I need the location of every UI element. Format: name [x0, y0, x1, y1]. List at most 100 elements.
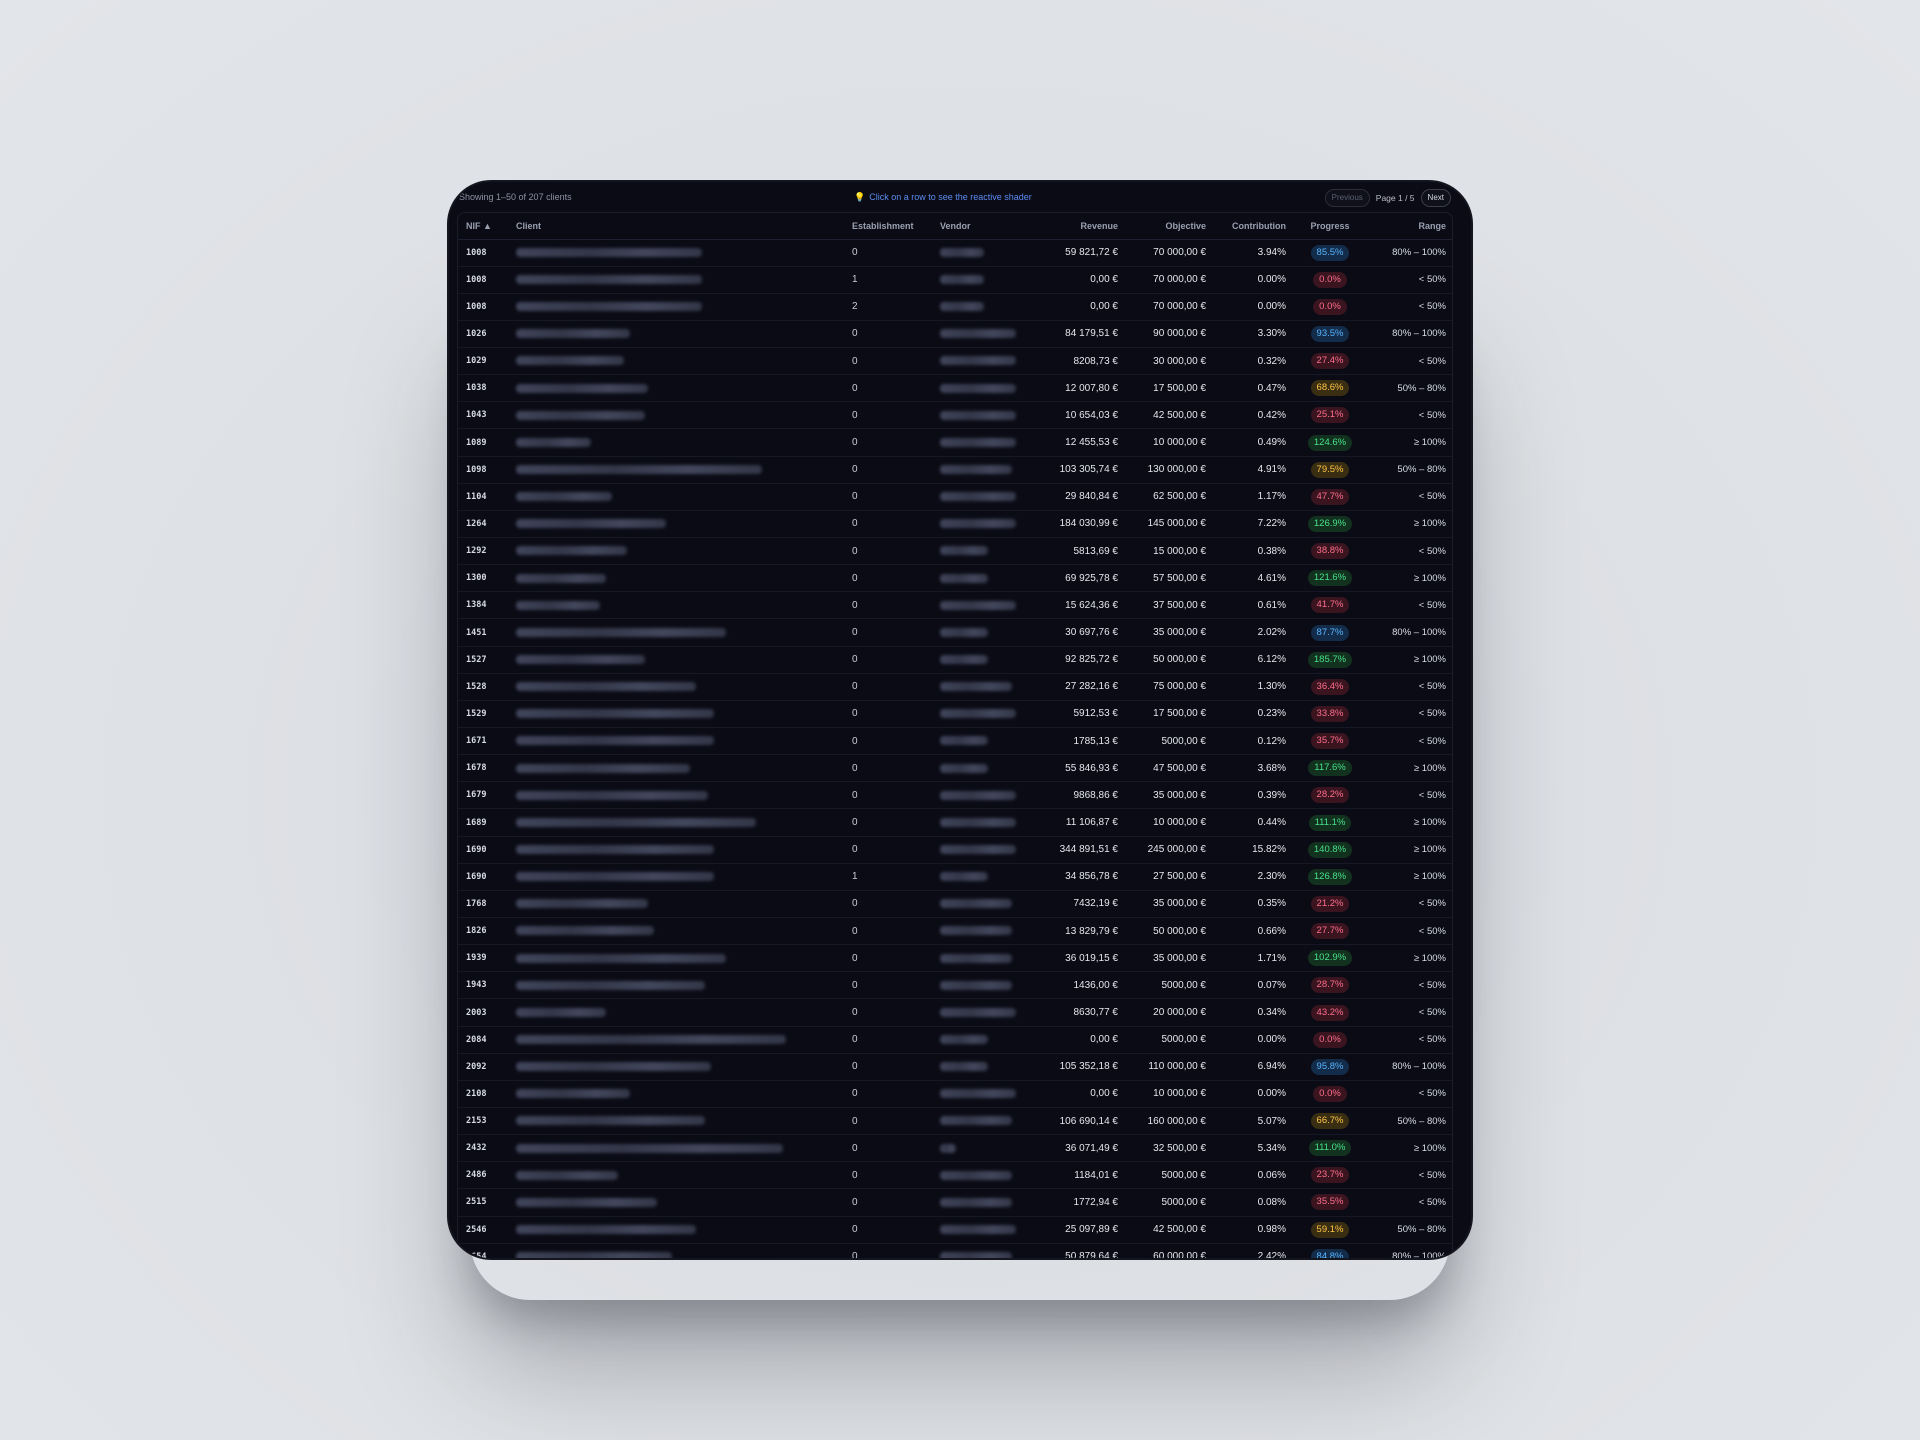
table-row[interactable]: 1292 0 5813,69 €15 000,00 €0.38% 38.8% < 50% [458, 537, 1452, 566]
previous-page-button[interactable]: Previous [1324, 189, 1370, 207]
table-row[interactable]: 1384 0 15 624,36 €37 500,00 €0.61% 41.7% < 5… [458, 591, 1452, 620]
cell-progress: 33.8% [1294, 700, 1366, 729]
redacted-vendor-name [940, 356, 1016, 366]
table-row[interactable]: 1690 0 344 891,51 €245 000,00 €15.82% 140.8… [458, 836, 1452, 864]
table-row[interactable]: 1689 0 11 106,87 €10 000,00 €0.44% 111.1% ≥ … [458, 808, 1452, 837]
cell-vendor [932, 890, 1036, 919]
cell-vendor [932, 1053, 1036, 1081]
column-header-client[interactable]: Client [508, 213, 844, 240]
table-row[interactable]: 1008 2 0,00 €70 000,00 €0.00% 0.0% < 50% [458, 293, 1452, 321]
cell-establishment: 0 [844, 1080, 932, 1109]
cell-nif: 1678 [458, 754, 508, 783]
cell-vendor [932, 483, 1036, 511]
table-row[interactable]: 1029 0 8208,73 €30 000,00 €0.32% 27.4% < 50% [458, 347, 1452, 376]
cell-client [508, 293, 844, 321]
cell-progress: 185.7% [1294, 646, 1366, 674]
table-row[interactable]: 1104 0 29 840,84 €62 500,00 €1.17% 47.7% < 5… [458, 483, 1452, 511]
column-header-progress[interactable]: Progress [1294, 213, 1366, 240]
cell-establishment: 2 [844, 293, 932, 321]
table-row[interactable]: 1043 0 10 654,03 €42 500,00 €0.42% 25.1% < 5… [458, 401, 1452, 430]
next-page-button[interactable]: Next [1420, 189, 1451, 207]
cell-progress: 21.2% [1294, 890, 1366, 919]
progress-badge: 25.1% [1310, 407, 1350, 424]
cell-objective: 70 000,00 € [1126, 293, 1214, 321]
cell-client [508, 890, 844, 919]
cell-contribution: 0.00% [1214, 1080, 1294, 1109]
table-row[interactable]: 1528 0 27 282,16 €75 000,00 €1.30% 36.4% < 5… [458, 673, 1452, 701]
table-row[interactable]: 1529 0 5912,53 €17 500,00 €0.23% 33.8% < 50% [458, 700, 1452, 729]
table-row[interactable]: 2546 0 25 097,89 €42 500,00 €0.98% 59.1% 50%… [458, 1216, 1452, 1244]
cell-client [508, 944, 844, 973]
cell-range: 80% – 100% [1366, 1243, 1452, 1258]
cell-progress: 121.6% [1294, 564, 1366, 593]
cell-progress: 93.5% [1294, 320, 1366, 349]
cell-objective: 17 500,00 € [1126, 700, 1214, 729]
table-row[interactable]: 2486 0 1184,01 €5000,00 €0.06% 23.7% < 50% [458, 1161, 1452, 1190]
table-row[interactable]: 1690 1 34 856,78 €27 500,00 €2.30% 126.8% ≥ … [458, 863, 1452, 891]
table-row[interactable]: 1089 0 12 455,53 €10 000,00 €0.49% 124.6% ≥ … [458, 428, 1452, 457]
cell-objective: 60 000,00 € [1126, 1243, 1214, 1258]
table-row[interactable]: 1451 0 30 697,76 €35 000,00 €2.02% 87.7% 80%… [458, 618, 1452, 647]
table-row[interactable]: 2432 0 36 071,49 €32 500,00 €5.34% 111.0% ≥ … [458, 1134, 1452, 1163]
table-row[interactable]: 2108 0 0,00 €10 000,00 €0.00% 0.0% < 50% [458, 1080, 1452, 1109]
table-row[interactable]: 1008 1 0,00 €70 000,00 €0.00% 0.0% < 50% [458, 266, 1452, 294]
table-row[interactable]: 1768 0 7432,19 €35 000,00 €0.35% 21.2% < 50% [458, 890, 1452, 919]
column-header-revenue[interactable]: Revenue [1036, 213, 1126, 240]
column-header-vendor[interactable]: Vendor [932, 213, 1036, 240]
redacted-client-name [516, 736, 714, 746]
cell-objective: 110 000,00 € [1126, 1053, 1214, 1081]
redacted-client-name [516, 492, 612, 502]
table-row[interactable]: 1671 0 1785,13 €5000,00 €0.12% 35.7% < 50% [458, 727, 1452, 756]
table-row[interactable]: 1943 0 1436,00 €5000,00 €0.07% 28.7% < 50% [458, 971, 1452, 1000]
cell-nif: 1690 [458, 863, 508, 891]
table-row[interactable]: 1939 0 36 019,15 €35 000,00 €1.71% 102.9% ≥ … [458, 944, 1452, 973]
cell-vendor [932, 1080, 1036, 1109]
table-row[interactable]: 1026 0 84 179,51 €90 000,00 €3.30% 93.5% 80%… [458, 320, 1452, 349]
cell-range: ≥ 100% [1366, 428, 1452, 457]
cell-establishment: 0 [844, 564, 932, 593]
cell-nif: 1089 [458, 428, 508, 457]
clients-table-container: NIF ▲ Client Establishment Vendor Revenu… [457, 212, 1453, 1258]
cell-progress: 102.9% [1294, 944, 1366, 973]
table-row[interactable]: 2153 0 106 690,14 €160 000,00 €5.07% 66.7% 5… [458, 1107, 1452, 1136]
column-header-establishment[interactable]: Establishment [844, 213, 932, 240]
table-row[interactable]: 1826 0 13 829,79 €50 000,00 €0.66% 27.7% < 5… [458, 917, 1452, 946]
table-row[interactable]: 1008 0 59 821,72 €70 000,00 €3.94% 85.5% 80%… [458, 239, 1452, 267]
cell-nif: 1026 [458, 320, 508, 349]
cell-establishment: 0 [844, 401, 932, 430]
cell-progress: 66.7% [1294, 1107, 1366, 1136]
table-row[interactable]: 1527 0 92 825,72 €50 000,00 €6.12% 185.7% ≥ … [458, 646, 1452, 674]
table-row[interactable]: 2003 0 8630,77 €20 000,00 €0.34% 43.2% < 50% [458, 998, 1452, 1027]
table-row[interactable]: 1098 0 103 305,74 €130 000,00 €4.91% 79.5% 5… [458, 456, 1452, 484]
cell-vendor [932, 836, 1036, 864]
cell-contribution: 5.07% [1214, 1107, 1294, 1136]
cell-objective: 20 000,00 € [1126, 998, 1214, 1027]
table-row[interactable]: 2092 0 105 352,18 €110 000,00 €6.94% 95.8% 8… [458, 1053, 1452, 1081]
table-row[interactable]: 1264 0 184 030,99 €145 000,00 €7.22% 126.9%… [458, 510, 1452, 539]
progress-badge: 0.0% [1313, 271, 1347, 288]
cell-range: < 50% [1366, 673, 1452, 701]
column-header-objective[interactable]: Objective [1126, 213, 1214, 240]
cell-objective: 145 000,00 € [1126, 510, 1214, 539]
column-header-range[interactable]: Range [1366, 213, 1452, 240]
cell-vendor [932, 1188, 1036, 1217]
table-row[interactable]: 1300 0 69 925,78 €57 500,00 €4.61% 121.6% ≥ … [458, 564, 1452, 593]
cell-contribution: 0.44% [1214, 808, 1294, 837]
cell-range: < 50% [1366, 293, 1452, 321]
cell-nif: 1679 [458, 781, 508, 810]
column-header-contribution[interactable]: Contribution [1214, 213, 1294, 240]
redacted-vendor-name [940, 1143, 956, 1153]
progress-badge: 28.7% [1310, 977, 1350, 994]
cell-vendor [932, 727, 1036, 756]
table-row[interactable]: 1678 0 55 846,93 €47 500,00 €3.68% 117.6% ≥ … [458, 754, 1452, 783]
cell-contribution: 0.12% [1214, 727, 1294, 756]
progress-badge: 38.8% [1310, 543, 1350, 560]
redacted-vendor-name [940, 655, 988, 665]
table-row[interactable]: 1038 0 12 007,80 €17 500,00 €0.47% 68.6% 50%… [458, 374, 1452, 403]
column-header-nif[interactable]: NIF ▲ [458, 213, 508, 240]
table-row[interactable]: 2654 0 50 879,64 €60 000,00 €2.42% 84.8% 80%… [458, 1243, 1452, 1258]
table-row[interactable]: 2084 0 0,00 €5000,00 €0.00% 0.0% < 50% [458, 1026, 1452, 1054]
table-row[interactable]: 1679 0 9868,86 €35 000,00 €0.39% 28.2% < 50% [458, 781, 1452, 810]
table-row[interactable]: 2515 0 1772,94 €5000,00 €0.08% 35.5% < 50% [458, 1188, 1452, 1217]
cell-progress: 95.8% [1294, 1053, 1366, 1081]
